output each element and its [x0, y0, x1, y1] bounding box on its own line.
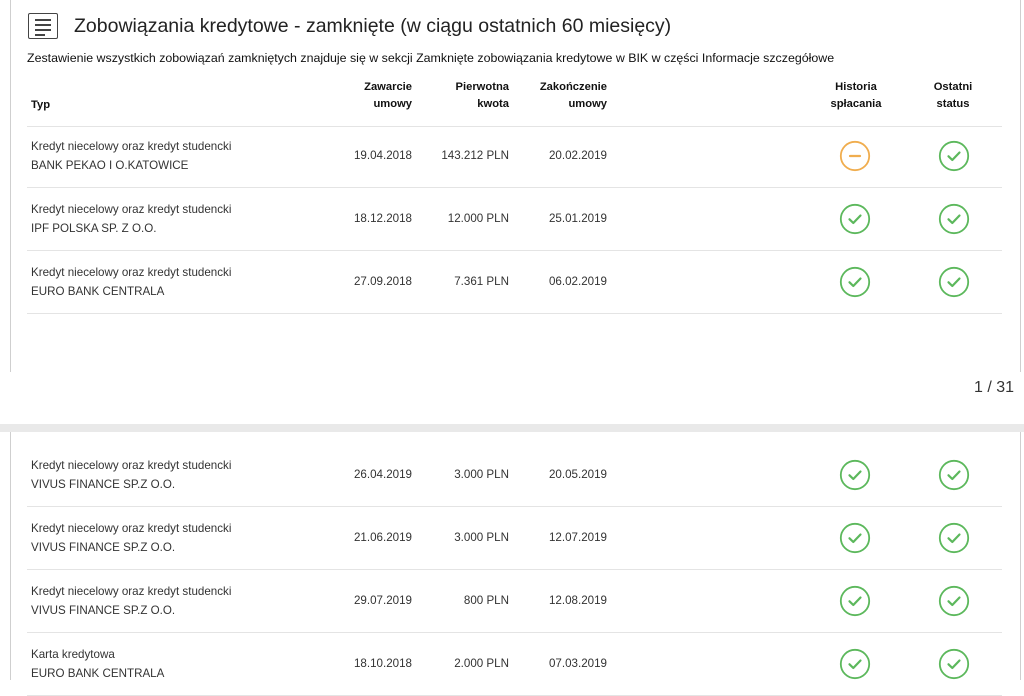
- credit-type: Kredyt niecelowy oraz kredyt studencki: [31, 266, 232, 279]
- check-circle-icon: [839, 648, 871, 680]
- lender-name: EURO BANK CENTRALA: [31, 667, 165, 680]
- section-title: Zobowiązania kredytowe - zamknięte (w ci…: [74, 14, 672, 37]
- header-type: Typ: [31, 99, 51, 111]
- row-divider: [27, 632, 1002, 633]
- page-indicator: 1 / 31: [973, 379, 1014, 396]
- page-border-left: [10, 0, 11, 372]
- opened-date: 26.04.2019: [353, 468, 412, 481]
- original-amount: 3.000 PLN: [454, 531, 509, 544]
- credit-type: Kredyt niecelowy oraz kredyt studencki: [31, 585, 232, 598]
- check-circle-icon: [938, 203, 970, 235]
- pdf-page-1: Zobowiązania kredytowe - zamknięte (w ci…: [0, 0, 1024, 372]
- lender-name: IPF POLSKA SP. Z O.O.: [31, 222, 157, 235]
- credit-type: Kredyt niecelowy oraz kredyt studencki: [31, 459, 232, 472]
- opened-date: 18.10.2018: [353, 657, 412, 670]
- lender-name: EURO BANK CENTRALA: [31, 285, 165, 298]
- check-circle-icon: [938, 266, 970, 298]
- section-header: Zobowiązania kredytowe - zamknięte (w ci…: [28, 8, 671, 44]
- original-amount: 3.000 PLN: [454, 468, 509, 481]
- check-circle-icon: [938, 585, 970, 617]
- header-status: Ostatni status: [933, 81, 973, 110]
- document-list-icon: [28, 13, 58, 39]
- row-divider: [27, 187, 1002, 188]
- check-circle-icon: [839, 585, 871, 617]
- header-closed: Zakończenie umowy: [539, 81, 607, 110]
- credit-type: Kredyt niecelowy oraz kredyt studencki: [31, 203, 232, 216]
- opened-date: 29.07.2019: [353, 594, 412, 607]
- check-circle-icon: [938, 648, 970, 680]
- row-divider: [27, 250, 1002, 251]
- closed-date: 20.02.2019: [548, 149, 607, 162]
- closed-date: 12.08.2019: [548, 594, 607, 607]
- check-circle-icon: [839, 522, 871, 554]
- closed-date: 07.03.2019: [548, 657, 607, 670]
- header-opened: Zawarcie umowy: [364, 81, 412, 110]
- pdf-page-2: Kredyt niecelowy oraz kredyt studencki VI…: [0, 432, 1024, 696]
- lender-name: VIVUS FINANCE SP.Z O.O.: [31, 604, 176, 617]
- credit-type: Kredyt niecelowy oraz kredyt studencki: [31, 140, 232, 153]
- lender-name: VIVUS FINANCE SP.Z O.O.: [31, 478, 176, 491]
- row-divider: [27, 126, 1002, 127]
- credit-type: Karta kredytowa: [31, 648, 115, 661]
- header-amount: Pierwotna kwota: [455, 81, 509, 110]
- closed-date: 25.01.2019: [548, 212, 607, 225]
- opened-date: 18.12.2018: [353, 212, 412, 225]
- page-border-left: [10, 432, 11, 680]
- header-history: Historia spłacania: [830, 81, 882, 110]
- check-circle-icon: [938, 522, 970, 554]
- original-amount: 800 PLN: [463, 594, 509, 607]
- closed-date: 12.07.2019: [548, 531, 607, 544]
- check-circle-icon: [938, 459, 970, 491]
- page-border-right: [1020, 432, 1021, 680]
- closed-date: 06.02.2019: [548, 275, 607, 288]
- check-circle-icon: [839, 266, 871, 298]
- original-amount: 7.361 PLN: [454, 275, 509, 288]
- credit-type: Kredyt niecelowy oraz kredyt studencki: [31, 522, 232, 535]
- check-circle-icon: [839, 203, 871, 235]
- check-circle-icon: [839, 459, 871, 491]
- closed-date: 20.05.2019: [548, 468, 607, 481]
- original-amount: 2.000 PLN: [454, 657, 509, 670]
- row-divider: [27, 313, 1002, 314]
- opened-date: 27.09.2018: [353, 275, 412, 288]
- row-divider: [27, 569, 1002, 570]
- original-amount: 143.212 PLN: [441, 149, 509, 162]
- page-border-right: [1020, 0, 1021, 372]
- row-divider: [27, 506, 1002, 507]
- section-subtitle: Zestawienie wszystkich zobowiązań zamkni…: [27, 51, 835, 65]
- lender-name: BANK PEKAO I O.KATOWICE: [31, 159, 189, 172]
- original-amount: 12.000 PLN: [447, 212, 509, 225]
- opened-date: 21.06.2019: [353, 531, 412, 544]
- opened-date: 19.04.2018: [353, 149, 412, 162]
- minus-circle-icon: [839, 140, 871, 172]
- page-separator: [0, 424, 1024, 432]
- check-circle-icon: [938, 140, 970, 172]
- lender-name: VIVUS FINANCE SP.Z O.O.: [31, 541, 176, 554]
